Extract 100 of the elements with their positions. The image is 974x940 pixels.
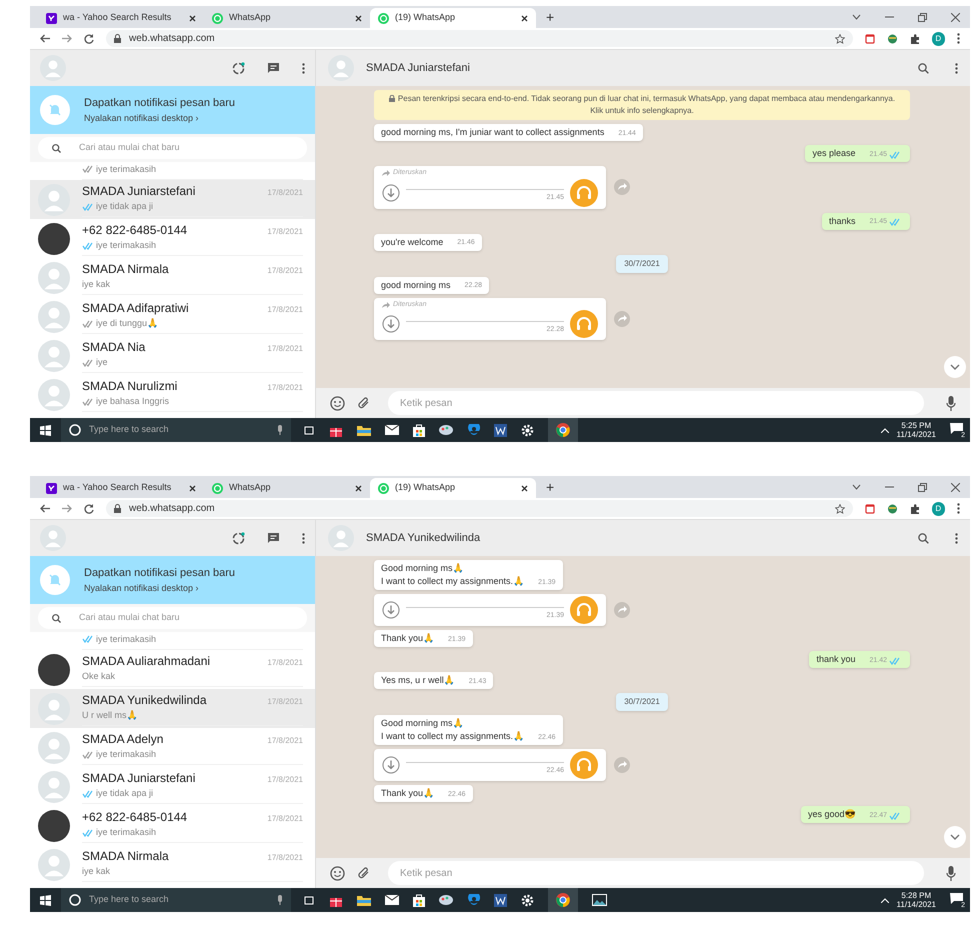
task-view-icon[interactable] — [303, 426, 315, 434]
puzzle-icon[interactable] — [910, 34, 920, 44]
chevron-down-icon[interactable] — [852, 484, 861, 490]
forward-arrow-icon[interactable] — [62, 504, 72, 513]
microphone-icon[interactable] — [946, 396, 956, 410]
new-chat-icon[interactable] — [267, 532, 280, 544]
back-arrow-icon[interactable] — [40, 34, 50, 43]
contact-name: SMADA Auliarahmadani — [82, 652, 212, 670]
store-bag-icon[interactable] — [413, 894, 425, 906]
folder-icon[interactable] — [357, 424, 371, 436]
more-vertical-icon[interactable] — [955, 62, 958, 74]
address-bar[interactable]: web.whatsapp.com — [106, 30, 853, 47]
more-vertical-icon[interactable] — [957, 33, 960, 44]
reload-icon[interactable] — [84, 504, 94, 514]
image-gallery-icon[interactable] — [592, 894, 607, 906]
message-preview: iye terimakasih — [96, 632, 156, 646]
restore-icon[interactable] — [918, 482, 927, 492]
browser-tab[interactable]: (19) WhatsApp — [370, 478, 536, 498]
star-icon[interactable] — [834, 504, 845, 514]
paint-palette-icon[interactable] — [439, 894, 453, 906]
chrome-icon[interactable] — [556, 893, 570, 907]
chrome-icon[interactable] — [556, 423, 570, 437]
taskbar-search[interactable]: Type here to search — [61, 418, 291, 442]
close-icon[interactable] — [189, 484, 196, 492]
status-icon[interactable] — [232, 532, 245, 544]
restore-icon[interactable] — [918, 12, 927, 22]
chevron-up-icon[interactable] — [880, 898, 889, 902]
word-icon[interactable] — [494, 894, 507, 906]
chevron-up-icon[interactable] — [880, 428, 889, 432]
encryption-notice[interactable]: Pesan terenkripsi secara end-to-end. Tidak seorang pun di luar chat ini, termasuk WhatsApp, yang dapat membaca atau mendengarkannya. Klik untuk info selengkapnya. — [374, 90, 910, 120]
emoji-icon[interactable] — [330, 396, 345, 410]
new-tab-button[interactable]: + — [536, 6, 564, 28]
chat-list-item[interactable]: SMADA Juniarstefani 17/8/2021 iye tidak apa ji — [30, 180, 315, 219]
browser-tab[interactable]: wa - Yahoo Search Results — [38, 8, 204, 28]
taskbar-search[interactable]: Type here to search — [61, 888, 291, 912]
minimize-icon[interactable] — [885, 486, 894, 488]
back-arrow-icon[interactable] — [40, 504, 50, 513]
close-icon[interactable] — [355, 14, 362, 22]
store-bag-icon[interactable] — [413, 424, 425, 436]
star-icon[interactable] — [834, 34, 845, 44]
forward-arrow-icon[interactable] — [62, 34, 72, 43]
scroll-down-button[interactable] — [944, 356, 966, 378]
new-tab-button[interactable]: + — [536, 476, 564, 498]
notification-banner[interactable]: Dapatkan notifikasi pesan baru Nyalakan notifikasi desktop › — [30, 86, 315, 134]
search-icon[interactable] — [918, 532, 929, 544]
search-placeholder: Cari atau mulai chat baru — [79, 611, 180, 624]
browser-tab[interactable]: (19) WhatsApp — [370, 8, 536, 28]
forward-arrow-icon — [382, 170, 390, 176]
windows-start-icon[interactable] — [40, 424, 51, 436]
microphone-icon[interactable] — [946, 866, 956, 880]
download-icon[interactable] — [382, 184, 400, 202]
browser-tab[interactable]: WhatsApp — [204, 8, 370, 28]
close-icon[interactable] — [521, 14, 528, 22]
address-bar[interactable]: web.whatsapp.com — [106, 500, 853, 517]
extension-icon[interactable] — [864, 34, 875, 44]
chat-list-item[interactable]: SMADA Yunikedwilinda 17/8/2021 U r well ms🙏 — [30, 689, 315, 728]
close-icon[interactable] — [521, 484, 528, 492]
emoji-icon[interactable] — [330, 866, 345, 880]
more-vertical-icon[interactable] — [955, 532, 958, 544]
new-chat-icon[interactable] — [267, 62, 280, 74]
browser-tab[interactable]: WhatsApp — [204, 478, 370, 498]
close-icon[interactable] — [355, 484, 362, 492]
close-icon[interactable] — [951, 12, 960, 22]
paperclip-icon[interactable] — [357, 396, 370, 410]
windows-start-icon[interactable] — [40, 894, 51, 906]
settings-icon[interactable] — [521, 894, 534, 906]
search-icon[interactable] — [918, 62, 929, 74]
globe-icon[interactable] — [886, 34, 898, 44]
status-icon[interactable] — [232, 62, 245, 74]
browser-tab[interactable]: wa - Yahoo Search Results — [38, 478, 204, 498]
word-icon[interactable] — [494, 424, 507, 436]
paint-palette-icon[interactable] — [439, 424, 453, 436]
globe-icon[interactable] — [886, 504, 898, 514]
scroll-down-button[interactable] — [944, 826, 966, 848]
more-vertical-icon[interactable] — [957, 503, 960, 514]
extension-icon[interactable] — [864, 504, 875, 514]
close-icon[interactable] — [189, 14, 196, 22]
mail-icon[interactable] — [385, 425, 399, 435]
microphone-icon — [277, 895, 283, 905]
puzzle-icon[interactable] — [910, 504, 920, 514]
paperclip-icon[interactable] — [357, 866, 370, 880]
notification-link[interactable]: Nyalakan notifikasi desktop › — [84, 112, 236, 125]
chevron-down-icon[interactable] — [852, 14, 861, 20]
folder-icon[interactable] — [357, 894, 371, 906]
chat-date: 17/8/2021 — [267, 186, 303, 199]
notification-banner[interactable]: Dapatkan notifikasi pesan baru Nyalakan notifikasi desktop › — [30, 556, 315, 604]
settings-icon[interactable] — [521, 424, 534, 436]
whatsapp-icon — [212, 482, 223, 494]
download-icon[interactable] — [382, 756, 400, 774]
close-icon[interactable] — [951, 482, 960, 492]
more-vertical-icon[interactable] — [302, 62, 305, 74]
download-icon[interactable] — [382, 601, 400, 619]
reload-icon[interactable] — [84, 34, 94, 44]
task-view-icon[interactable] — [303, 896, 315, 904]
download-icon[interactable] — [382, 315, 400, 333]
notification-link[interactable]: Nyalakan notifikasi desktop › — [84, 582, 236, 595]
mail-icon[interactable] — [385, 895, 399, 905]
more-vertical-icon[interactable] — [302, 532, 305, 544]
minimize-icon[interactable] — [885, 16, 894, 18]
chat-date: 17/8/2021 — [267, 734, 303, 747]
